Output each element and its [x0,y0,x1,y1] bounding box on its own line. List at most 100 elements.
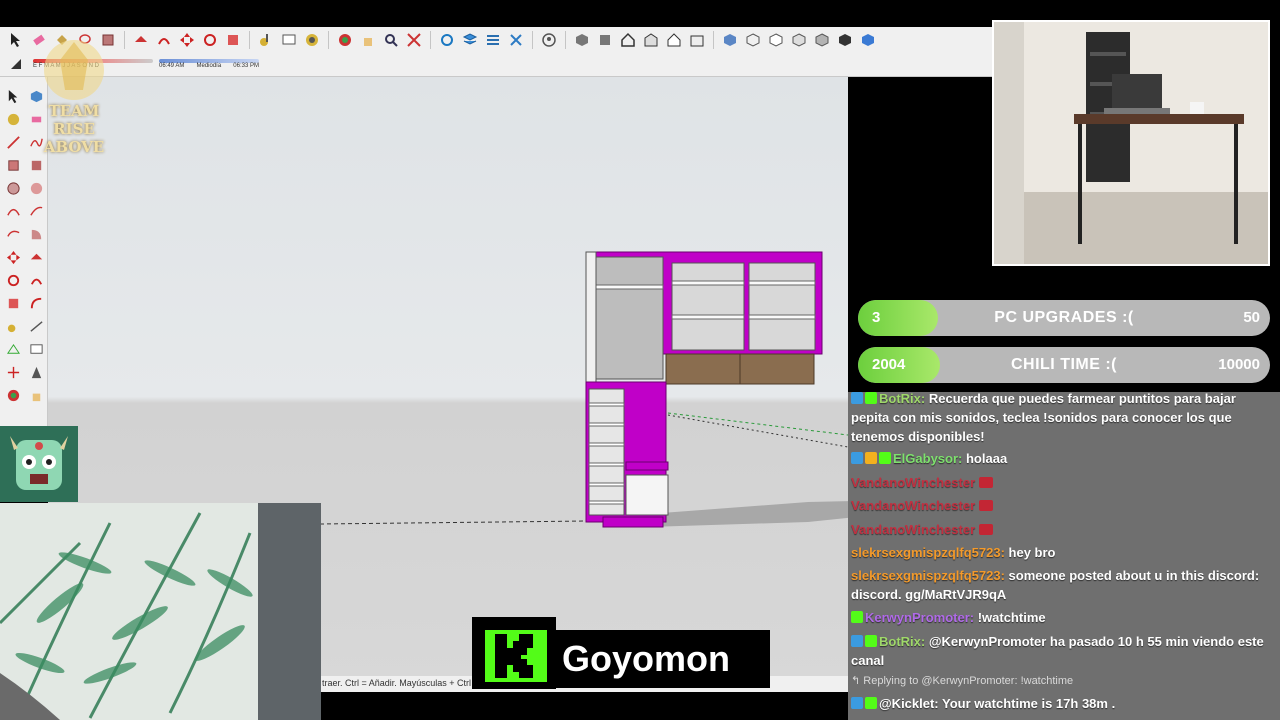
verified-badge-icon [865,392,877,404]
back-view-icon[interactable] [687,30,707,50]
channel-name: Goyomon [556,630,770,688]
rotate-tool-icon[interactable] [2,269,24,291]
scale-icon[interactable] [223,30,243,50]
goal-title: PC UPGRADES :( [994,309,1134,326]
shadows-toggle-icon[interactable] [6,54,26,74]
follow-me-tool-icon[interactable] [25,269,47,291]
pie-tool-icon[interactable] [25,223,47,245]
chat-username[interactable]: VandanoWinchester [851,522,975,537]
lower-drawer [625,461,669,471]
time-end-label: 06:33 PM [233,63,259,69]
zoom-icon[interactable] [381,30,401,50]
kick-logo-icon [485,630,547,682]
rotated-rectangle-icon[interactable] [25,154,47,176]
wireframe-style-icon[interactable] [743,30,763,50]
stream-screen: E F M A M J J A S O N D 06:49 AM Mediodí… [0,0,1280,720]
chat-text: Your watchtime is 17h 38m . [942,696,1116,711]
dimension-tool-icon[interactable] [25,315,47,337]
outliner-icon[interactable] [483,30,503,50]
text-tool-icon[interactable] [279,30,299,50]
deleted-icon [979,477,994,488]
toolbar-separator [532,31,533,49]
text-tool-left-icon[interactable] [25,338,47,360]
section-fill-icon[interactable] [858,30,878,50]
chat-text: holaaa [965,451,1008,466]
chat-message: BotRix: @KerwynPromoter ha pasado 10 h 5… [851,632,1275,670]
arc-tool-icon[interactable] [2,200,24,222]
shaded-icon[interactable] [789,30,809,50]
shelf-bay-2 [748,262,816,351]
rectangle-tool-icon[interactable] [2,154,24,176]
chat-username[interactable]: KerwynPromoter: [865,610,974,625]
team-logo: TEAM RISE ABOVE [35,30,113,156]
paint-tool-icon[interactable] [2,108,24,130]
polygon-tool-icon[interactable] [25,177,47,199]
chat-username[interactable]: slekrsexgmispzqlfq5723: [851,568,1005,583]
scale-tool-icon[interactable] [2,292,24,314]
iso-view-icon[interactable] [572,30,592,50]
move-icon[interactable] [177,30,197,50]
select-tool-icon[interactable] [2,85,24,107]
orbit-icon[interactable] [335,30,355,50]
front-view-icon[interactable] [641,30,661,50]
three-point-arc-icon[interactable] [2,223,24,245]
monochrome-icon[interactable] [835,30,855,50]
chat-username[interactable]: VandanoWinchester [851,475,975,490]
two-point-arc-icon[interactable] [25,200,47,222]
tape-tool-icon[interactable] [2,315,24,337]
line-tool-icon[interactable] [2,131,24,153]
xray-style-icon[interactable] [720,30,740,50]
right-view-icon[interactable] [664,30,684,50]
chat-message: slekrsexgmispzqlfq5723: hey bro [851,543,1275,562]
chat-username[interactable]: BotRix: [879,634,925,649]
section-plane-icon[interactable] [437,30,457,50]
chat-username[interactable]: @Kicklet: [879,696,939,711]
push-pull-tool-icon[interactable] [25,246,47,268]
zoom-extents-icon[interactable] [404,30,424,50]
chat-message: KerwynPromoter: !watchtime [851,608,1275,627]
tape-measure-icon[interactable] [256,30,276,50]
streamer-avatar [0,426,78,502]
lower-open-bay [625,474,669,516]
toolbar-separator [565,31,566,49]
push-pull-icon[interactable] [131,30,151,50]
select-arrow-icon[interactable] [6,30,26,50]
deleted-icon [979,500,994,511]
paint-icon[interactable] [302,30,322,50]
desk-setup-photo [992,20,1270,266]
circle-tool-icon[interactable] [2,177,24,199]
move-tool-icon[interactable] [2,246,24,268]
chat-username[interactable]: slekrsexgmispzqlfq5723: [851,545,1005,560]
reply-arrow-icon: ↰ [851,675,864,687]
layers-icon[interactable] [460,30,480,50]
hidden-line-icon[interactable] [766,30,786,50]
pan-tool-icon[interactable] [25,384,47,406]
chat-username[interactable]: ElGabysor: [893,451,962,466]
3d-text-tool-icon[interactable] [25,361,47,383]
bot-badge-icon [851,697,863,709]
user-settings-icon[interactable] [539,30,559,50]
verified-badge-icon [865,697,877,709]
offset-tool-icon[interactable] [25,292,47,314]
axes-tool-icon[interactable] [2,361,24,383]
shelf [671,280,745,286]
chat-username[interactable]: VandanoWinchester [851,498,975,513]
wardrobe-opening [592,256,664,380]
chat-message-deleted: VandanoWinchester [851,496,1275,515]
rotate-icon[interactable] [200,30,220,50]
pan-icon[interactable] [358,30,378,50]
protractor-tool-icon[interactable] [2,338,24,360]
top-view-icon[interactable] [595,30,615,50]
bottom-black-bar [320,692,850,720]
chat-message: slekrsexgmispzqlfq5723: someone posted a… [851,566,1275,604]
reply-text: Replying to @KerwynPromoter: !watchtime [863,675,1074,687]
sketchup-top-toolbar: E F M A M J J A S O N D 06:49 AM Mediodí… [0,27,992,77]
home-icon[interactable] [618,30,638,50]
chat-username[interactable]: BotRix: [879,392,925,406]
orbit-tool-icon[interactable] [2,384,24,406]
styles-icon[interactable] [506,30,526,50]
chat-message-deleted: VandanoWinchester [851,473,1275,492]
follow-me-icon[interactable] [154,30,174,50]
goal-title: CHILI TIME :( [1010,356,1118,373]
shaded-textures-icon[interactable] [812,30,832,50]
